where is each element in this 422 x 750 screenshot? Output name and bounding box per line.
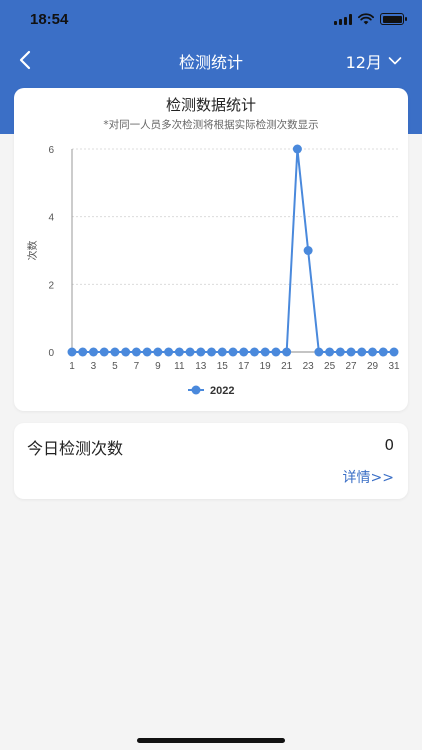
data-point [239, 347, 249, 357]
y-tick-label: 6 [48, 145, 54, 156]
status-bar: 18:54 [0, 0, 422, 40]
data-point [185, 347, 195, 357]
chart-card: 检测数据统计 *对同一人员多次检测将根据实际检测次数显示 0 2 4 6 1 3 5 7 9 11… [14, 88, 408, 411]
data-point [196, 347, 206, 357]
status-icons [334, 13, 407, 25]
data-point [78, 347, 88, 357]
wifi-icon [358, 13, 374, 25]
y-axis-label: 次数 [26, 241, 39, 261]
data-point [325, 347, 335, 357]
data-point [207, 347, 217, 357]
data-point [314, 347, 324, 357]
data-point [378, 347, 388, 357]
data-point [217, 347, 227, 357]
data-point [131, 347, 141, 357]
data-point [67, 347, 77, 357]
navigation-bar: 检测统计 12月 [0, 40, 422, 80]
x-tick-label: 5 [112, 361, 118, 372]
home-indicator [137, 738, 285, 743]
data-point [346, 347, 356, 357]
x-tick-label: 27 [346, 361, 358, 372]
data-point [249, 347, 259, 357]
x-tick-label: 15 [217, 361, 229, 372]
cellular-signal-icon [334, 13, 352, 25]
data-point [292, 144, 302, 154]
data-point [99, 347, 109, 357]
details-link[interactable]: 详情>> [343, 467, 394, 487]
battery-icon [380, 13, 407, 25]
x-tick-label: 31 [388, 361, 400, 372]
month-selector[interactable]: 12月 [346, 49, 402, 73]
y-tick-label: 2 [48, 280, 54, 291]
line-chart: 02461 3 5 7 9 11 13 15 17 19 21 23 25 27 29 31次数2022 [26, 144, 400, 397]
x-tick-label: 17 [238, 361, 250, 372]
chevron-down-icon [388, 57, 402, 65]
x-tick-label: 13 [195, 361, 207, 372]
status-time: 18:54 [30, 11, 69, 28]
data-point [271, 347, 281, 357]
data-point [110, 347, 120, 357]
series-line [72, 148, 394, 353]
x-tick-label: 25 [324, 361, 336, 372]
month-label: 12月 [345, 53, 382, 72]
data-point [153, 347, 163, 357]
data-point [282, 347, 292, 357]
data-point [368, 347, 378, 357]
x-tick-label: 3 [91, 361, 97, 372]
x-tick-label: 7 [134, 361, 140, 372]
data-point [121, 347, 131, 357]
x-tick-label: 29 [367, 361, 379, 372]
data-point [389, 347, 399, 357]
data-point [88, 347, 98, 357]
today-count-label: 今日检测次数 [27, 439, 124, 458]
legend-marker [191, 385, 201, 395]
x-tick-label: 21 [281, 361, 293, 372]
today-count-value: 0 [384, 436, 394, 454]
data-point [335, 347, 345, 357]
x-tick-label: 23 [303, 361, 315, 372]
x-tick-label: 11 [174, 361, 185, 372]
data-point [174, 347, 184, 357]
data-point [260, 347, 270, 357]
legend-label: 2022 [210, 385, 234, 397]
data-point [164, 347, 174, 357]
y-tick-label: 0 [48, 348, 54, 359]
data-point [357, 347, 367, 357]
x-tick-label: 9 [155, 361, 161, 372]
data-point [303, 246, 313, 255]
data-point [142, 347, 152, 357]
x-tick-label: 19 [260, 361, 272, 372]
data-point [228, 347, 238, 357]
x-tick-label: 1 [69, 361, 75, 372]
today-card: 今日检测次数 0 详情>> [14, 423, 408, 499]
y-tick-label: 4 [48, 213, 54, 224]
